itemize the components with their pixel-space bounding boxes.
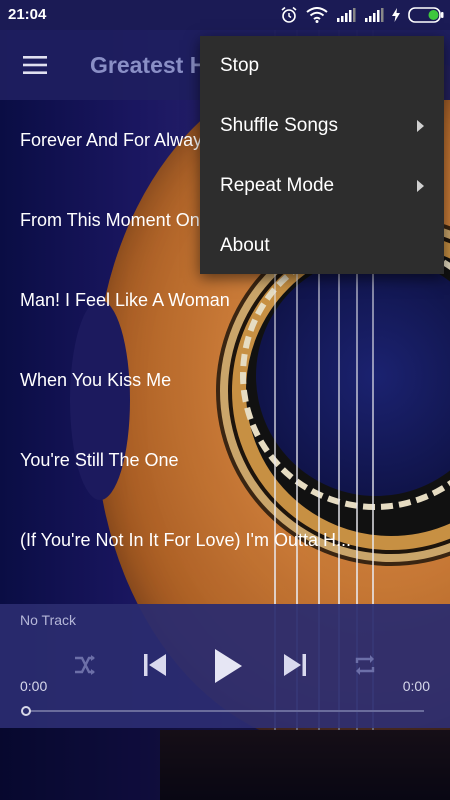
menu-item-label: About — [220, 235, 270, 256]
shuffle-icon[interactable] — [70, 650, 100, 680]
battery-icon — [408, 7, 444, 23]
menu-item-about[interactable]: About — [200, 216, 444, 276]
menu-item-label: Repeat Mode — [220, 175, 335, 196]
menu-item-stop[interactable]: Stop — [200, 36, 444, 96]
submenu-arrow-icon — [417, 180, 424, 192]
alarm-icon — [280, 6, 298, 24]
seek-bar[interactable] — [22, 710, 424, 712]
now-playing-label: No Track — [20, 612, 77, 628]
wifi-icon — [306, 7, 328, 23]
next-icon[interactable] — [278, 648, 312, 682]
menu-item-repeat-mode[interactable]: Repeat Mode — [200, 156, 444, 216]
signal-icon — [336, 8, 356, 22]
play-icon[interactable] — [206, 644, 250, 688]
status-icons — [280, 6, 444, 24]
player-panel: No Track 0:00 0:00 — [0, 604, 450, 728]
bottom-area — [0, 728, 450, 800]
total-time: 0:00 — [402, 678, 430, 694]
song-list-item[interactable]: (If You're Not In It For Love) I'm Outta… — [0, 500, 450, 580]
menu-item-label: Stop — [220, 55, 260, 76]
song-list-item[interactable]: When You Kiss Me — [0, 340, 450, 420]
page-title: Greatest H — [90, 52, 207, 78]
song-list-item[interactable]: You're Still The One — [0, 420, 450, 500]
menu-item-shuffle-songs[interactable]: Shuffle Songs — [200, 96, 444, 156]
repeat-icon[interactable] — [350, 650, 380, 680]
submenu-arrow-icon — [417, 120, 424, 132]
seek-thumb[interactable] — [21, 706, 31, 716]
hamburger-menu-icon[interactable] — [14, 44, 56, 86]
overflow-menu: Stop Shuffle Songs Repeat Mode About — [200, 36, 444, 274]
previous-icon[interactable] — [138, 648, 172, 682]
charging-icon — [392, 8, 400, 22]
status-time: 21:04 — [8, 6, 47, 23]
menu-item-label: Shuffle Songs — [220, 115, 338, 136]
status-bar: 21:04 — [0, 0, 450, 30]
signal-icon — [364, 8, 384, 22]
elapsed-time: 0:00 — [20, 678, 48, 694]
